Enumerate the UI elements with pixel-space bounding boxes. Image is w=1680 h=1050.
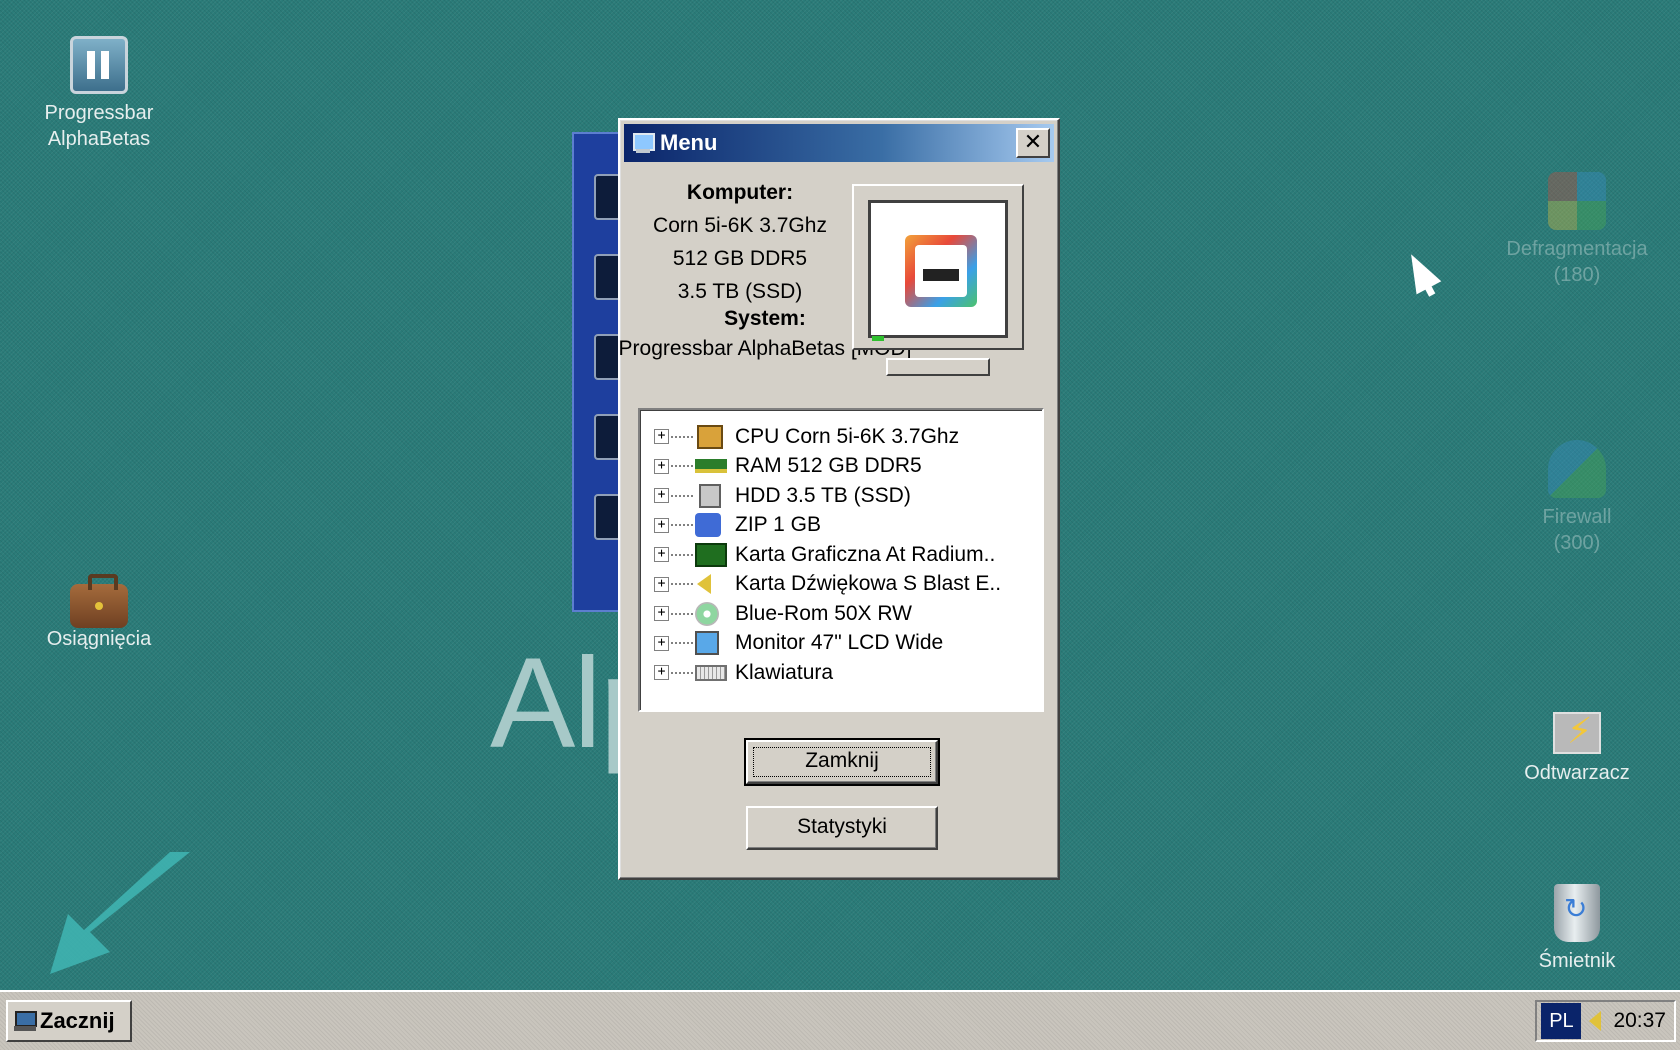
expand-icon[interactable]: + — [654, 429, 669, 445]
tree-item-label: ZIP 1 GB — [735, 513, 821, 537]
close-button[interactable]: ✕ — [1016, 128, 1050, 158]
menu-dialog: Menu ✕ Komputer: Corn 5i-6K 3.7Ghz 512 G… — [618, 118, 1060, 880]
firewall-icon — [1548, 440, 1606, 498]
system-tray: PL 20:37 — [1535, 1000, 1676, 1042]
graphics-card-icon — [695, 542, 727, 567]
taskbar: Zacznij PL 20:37 — [0, 990, 1680, 1050]
computer-heading: Komputer: — [686, 181, 794, 204]
desktop-icon-firewall[interactable]: Firewall (300) — [1502, 440, 1652, 556]
clock[interactable]: 20:37 — [1613, 1009, 1666, 1033]
cpu-icon — [697, 424, 723, 449]
tree-item-sound[interactable]: + Karta Dźwiękowa S Blast E.. — [654, 570, 1042, 600]
tree-item-ram[interactable]: + RAM 512 GB DDR5 — [654, 452, 1042, 482]
speaker-icon — [695, 572, 719, 596]
desktop-icon-label: Śmietnik — [1538, 950, 1616, 972]
hardware-tree[interactable]: + CPU Corn 5i-6K 3.7Ghz + RAM 512 GB DDR… — [638, 408, 1044, 712]
tree-item-label: RAM 512 GB DDR5 — [735, 454, 922, 478]
tree-item-keyboard[interactable]: + Klawiatura — [654, 658, 1042, 688]
desktop-icon-label: Progressbar — [44, 102, 154, 124]
start-button-label: Zacznij — [40, 1008, 115, 1033]
computer-info: Komputer: Corn 5i-6K 3.7Ghz 512 GB DDR5 … — [620, 176, 860, 308]
tree-item-label: Monitor 47" LCD Wide — [735, 631, 944, 655]
dialog-titlebar[interactable]: Menu ✕ — [624, 124, 1054, 162]
tree-item-optical[interactable]: + Blue-Rom 50X RW — [654, 599, 1042, 629]
mouse-cursor-icon — [1398, 247, 1442, 295]
desktop-icon-label: (300) — [1553, 532, 1601, 554]
zip-drive-icon — [695, 513, 721, 538]
expand-icon[interactable]: + — [654, 547, 669, 563]
desktop-icon-defrag[interactable]: Defragmentacja (180) — [1502, 172, 1652, 288]
expand-icon[interactable]: + — [654, 665, 669, 681]
tree-item-cpu[interactable]: + CPU Corn 5i-6K 3.7Ghz — [654, 422, 1042, 452]
defrag-icon — [1548, 172, 1606, 230]
volume-icon[interactable] — [1589, 1009, 1605, 1033]
expand-icon[interactable]: + — [654, 458, 669, 474]
desktop-icon-label: Odtwarzacz — [1524, 762, 1630, 784]
tree-item-label: Klawiatura — [735, 660, 834, 684]
tree-item-label: Blue-Rom 50X RW — [735, 601, 913, 625]
ram-icon — [695, 459, 727, 474]
progressbar-app-icon — [70, 36, 128, 94]
expand-icon[interactable]: + — [654, 517, 669, 533]
desktop-icon-label: Defragmentacja — [1506, 238, 1648, 260]
computer-icon — [632, 132, 655, 154]
computer-ram: 512 GB DDR5 — [672, 247, 808, 270]
close-dialog-button-label: Zamknij — [805, 749, 879, 772]
desktop-icon-trash[interactable]: Śmietnik — [1502, 884, 1652, 974]
expand-icon[interactable]: + — [654, 576, 669, 592]
tree-item-gpu[interactable]: + Karta Graficzna At Radium.. — [654, 540, 1042, 570]
start-button[interactable]: Zacznij — [6, 1000, 132, 1042]
tree-item-monitor[interactable]: + Monitor 47" LCD Wide — [654, 629, 1042, 659]
tree-item-hdd[interactable]: + HDD 3.5 TB (SSD) — [654, 481, 1042, 511]
desktop-icon-label: AlphaBetas — [47, 128, 151, 150]
close-dialog-button[interactable]: Zamknij — [744, 738, 940, 786]
trash-icon — [1554, 884, 1600, 942]
statistics-button[interactable]: Statystyki — [746, 806, 938, 850]
desktop-icon-player[interactable]: Odtwarzacz — [1502, 712, 1652, 786]
expand-icon[interactable]: + — [654, 635, 669, 651]
briefcase-icon — [70, 574, 128, 628]
player-icon — [1553, 712, 1601, 754]
dialog-title: Menu — [660, 130, 718, 155]
monitor-illustration-icon — [852, 184, 1024, 376]
optical-drive-icon — [695, 601, 719, 626]
expand-icon[interactable]: + — [654, 606, 669, 622]
desktop-icon-label: Firewall — [1542, 506, 1612, 528]
tree-item-label: HDD 3.5 TB (SSD) — [735, 483, 911, 507]
start-logo-icon — [14, 1010, 37, 1032]
desktop-icon-label: Osiągnięcia — [46, 628, 152, 650]
desktop-icon-label: (180) — [1553, 264, 1601, 286]
keyboard-icon — [695, 664, 727, 681]
computer-cpu: Corn 5i-6K 3.7Ghz — [653, 214, 827, 237]
desktop-icon-achievements[interactable]: Osiągnięcia — [24, 574, 174, 652]
language-indicator[interactable]: PL — [1541, 1003, 1582, 1039]
statistics-button-label: Statystyki — [797, 815, 887, 838]
tree-item-label: CPU Corn 5i-6K 3.7Ghz — [735, 424, 960, 448]
hdd-icon — [699, 483, 721, 508]
monitor-icon — [695, 631, 719, 656]
expand-icon[interactable]: + — [654, 488, 669, 504]
tree-item-zip[interactable]: + ZIP 1 GB — [654, 511, 1042, 541]
arrow-decoration-icon — [50, 852, 190, 974]
desktop-icon-progressbar[interactable]: Progressbar AlphaBetas — [24, 36, 174, 152]
tree-item-label: Karta Graficzna At Radium.. — [735, 542, 996, 566]
tree-item-label: Karta Dźwiękowa S Blast E.. — [735, 572, 1002, 596]
